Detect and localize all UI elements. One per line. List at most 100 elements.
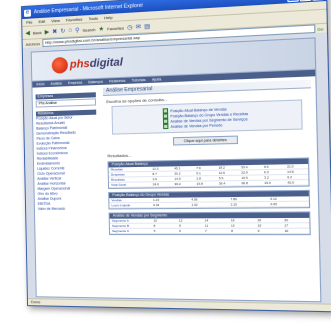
favorites-star-icon[interactable]: ★	[98, 25, 104, 32]
main-content: Análise Empresarial Escolha as opções de…	[102, 79, 316, 297]
home-icon[interactable]: ⌂	[68, 27, 72, 33]
refresh-icon[interactable]: ↻	[60, 27, 65, 34]
row-label: Segmento A	[111, 218, 129, 223]
menu-tools[interactable]: Tools	[89, 16, 99, 22]
table-cell: 3.2	[264, 175, 269, 180]
search-icon[interactable]: ⚲	[75, 26, 80, 33]
table-cell: 24.6	[152, 182, 159, 187]
browser-icon: e	[23, 9, 31, 17]
menu-edit[interactable]: Edit	[38, 19, 45, 24]
menu-help[interactable]: Help	[104, 15, 113, 21]
menu-view[interactable]: View	[51, 18, 60, 24]
logo-text-suffix: digital	[89, 56, 124, 71]
nav-item[interactable]: Balanços	[88, 80, 103, 85]
table-cell: 6.3	[264, 170, 269, 175]
page-viewport[interactable]: phs digital Início Análise Empresa Balan…	[22, 32, 331, 305]
row-label: Segmento B	[111, 223, 130, 228]
table-cell: 13	[230, 223, 235, 228]
table-cell: 36.4	[218, 181, 226, 186]
stop-icon[interactable]: ✖	[52, 28, 57, 35]
table-cell: 15.8	[196, 181, 203, 186]
results-table: Análise de Vendas por Segmento Segmento …	[108, 211, 311, 236]
logo-mark-icon	[51, 56, 69, 74]
go-button[interactable]: Go	[317, 26, 323, 32]
table-cell: 6.2	[287, 174, 293, 180]
mail-icon[interactable]: ✉	[136, 23, 141, 30]
back-label[interactable]: Back	[33, 29, 42, 35]
history-icon[interactable]: ◷	[127, 23, 133, 30]
table-cell: 9	[179, 223, 181, 228]
search-label[interactable]: Search	[82, 26, 95, 32]
forward-arrow-icon[interactable]: ▶	[45, 28, 50, 35]
sidebar-link-list: Posição Atual por Setor Resultados Anuai…	[36, 115, 98, 212]
table-cell: 14.9	[174, 176, 181, 181]
nav-item[interactable]: Relatórios	[109, 79, 125, 84]
web-page: phs digital Início Análise Empresa Balan…	[30, 37, 322, 303]
table-cell: 12.6	[218, 170, 226, 176]
table-cell: 7	[204, 228, 207, 234]
table-cell: 3.6	[152, 177, 158, 182]
row-label: Vendas	[111, 198, 122, 203]
table-cell: 1.23	[153, 197, 160, 202]
logo-text-prefix: phs	[69, 57, 90, 71]
table-cell: 18	[257, 218, 262, 223]
nav-item[interactable]: Análise	[51, 81, 63, 86]
table-cell: 6	[179, 228, 181, 234]
menu-file[interactable]: File	[26, 19, 32, 24]
details-button[interactable]: Clique aqui para detalhes	[172, 135, 239, 146]
results-table: Posição Atual Balanço Receitas 12.3 45.1…	[107, 157, 310, 190]
row-label: Despesas	[110, 172, 125, 177]
table-cell: 9.5	[263, 164, 269, 170]
row-label: Lucro Líquido	[111, 203, 131, 208]
menu-favorites[interactable]: Favorites	[66, 17, 83, 23]
table-cell: 20	[284, 217, 289, 223]
table-cell: 19.0	[264, 180, 271, 186]
results-label: Resultados...	[107, 152, 132, 159]
table-cell: 8.7	[152, 171, 157, 177]
table-cell: 42.0	[287, 180, 295, 185]
nav-item[interactable]: Tutoriais	[132, 78, 146, 83]
nav-item[interactable]: Empresa	[68, 81, 82, 86]
print-icon[interactable]: ▤	[144, 22, 150, 30]
table-cell: 12.3	[152, 166, 159, 171]
table-cell: 7.89	[230, 197, 237, 202]
row-label: Segmento C	[112, 228, 130, 234]
table-cell: 10	[284, 228, 289, 234]
row-label: Resultado	[110, 177, 125, 182]
table-cell: 45.1	[174, 166, 181, 171]
table-cell: 30.2	[174, 171, 181, 176]
row-label: Receitas	[110, 167, 123, 172]
table-cell: 10	[153, 218, 158, 223]
table-cell: 16	[230, 218, 235, 223]
company-select[interactable]: Phs Análise	[35, 98, 97, 108]
table-cell: 15	[257, 223, 262, 228]
row-label: Total Geral	[111, 182, 127, 187]
back-arrow-icon[interactable]: ◀	[25, 29, 30, 36]
table-cell: 90.2	[174, 181, 181, 187]
nav-item[interactable]: Ajuda	[152, 77, 162, 82]
screenshot-stage: e Análise Empresarial - Microsoft Intern…	[0, 0, 331, 323]
site-logo[interactable]: phs digital	[51, 54, 124, 74]
nav-item[interactable]: Início	[36, 82, 44, 86]
table-cell: 9	[257, 228, 260, 234]
option-label[interactable]: Análise de Vendas por Período	[170, 123, 222, 129]
favorites-label[interactable]: Favorites	[107, 25, 124, 31]
table-cell: 0.34	[153, 202, 160, 208]
table-cell: 5.1	[196, 171, 201, 176]
table-cell: 66.8	[241, 180, 248, 186]
query-options-panel: Posição Atual Balanço de Vendas Posição …	[111, 99, 303, 135]
table-cell: 5	[153, 228, 156, 234]
table-cell: 10.5	[241, 175, 248, 180]
table-cell: 17	[284, 223, 289, 228]
table-cell: 14	[204, 218, 209, 223]
sidebar: Empresas Phs Análise Relatórios Posição …	[35, 88, 100, 293]
table-cell: 22.9	[241, 170, 248, 175]
sidebar-link[interactable]: Valor de Mercado	[38, 206, 98, 211]
table-cell: 5.6	[218, 176, 224, 181]
browser-window: e Análise Empresarial - Microsoft Intern…	[20, 0, 331, 313]
table-cell: 0.05	[270, 201, 278, 207]
option-checkbox[interactable]	[163, 123, 169, 130]
table-cell: 4.56	[191, 197, 198, 202]
table-cell: 14.8	[287, 169, 294, 174]
table-cell: 0.12	[270, 196, 277, 201]
